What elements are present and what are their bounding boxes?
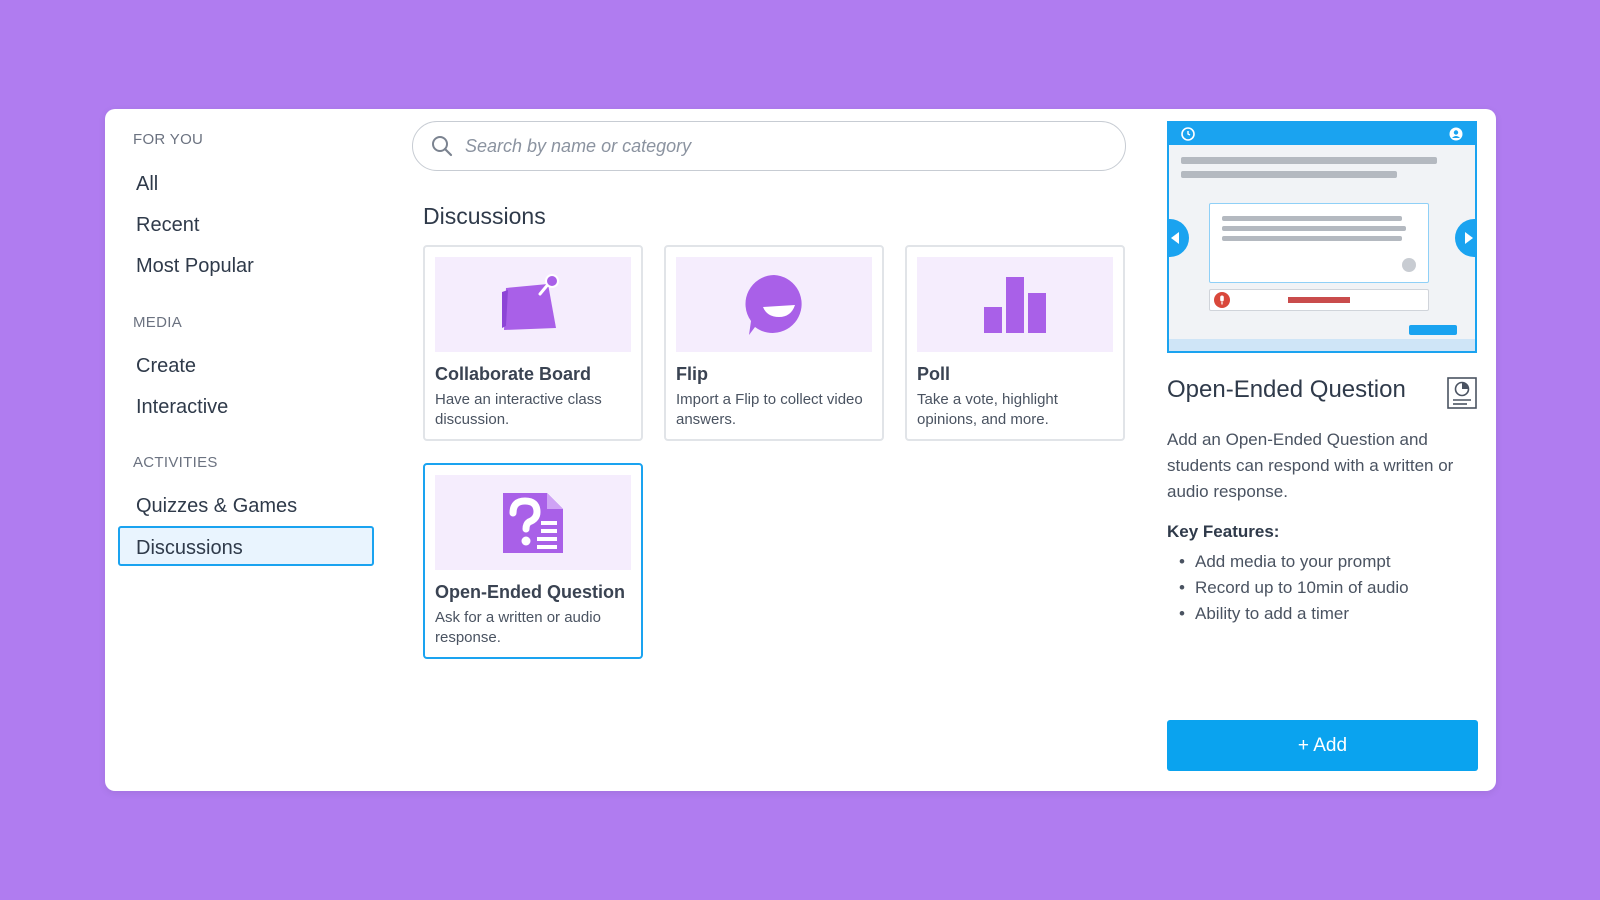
feature-item: Record up to 10min of audio [1167,575,1409,601]
preview-footer [1169,339,1475,351]
sidebar-item-discussions[interactable]: Discussions [118,526,374,566]
section-title-for-you: FOR YOU [133,131,204,148]
feature-item: Add media to your prompt [1167,549,1409,575]
sticky-note-pin-icon [502,273,559,330]
activity-preview [1167,121,1477,353]
card-description: Ask for a written or audio response. [435,609,601,646]
card-thumbnail [435,257,631,352]
sidebar-item-create[interactable]: Create [118,344,374,384]
sidebar-item-most-popular[interactable]: Most Popular [118,244,374,284]
search-input[interactable] [463,134,1087,158]
page-title: Discussions [423,203,546,229]
document-preview-icon[interactable] [1447,377,1477,409]
search-bar[interactable] [412,121,1126,171]
user-icon [1449,127,1463,141]
sidebar-item-all[interactable]: All [118,162,374,202]
card-flip[interactable]: Flip Import a Flip to collect video answ… [664,245,884,441]
preview-next-arrow [1455,219,1475,257]
question-document-icon [503,492,563,553]
sidebar-item-recent[interactable]: Recent [118,203,374,243]
add-button[interactable]: + Add [1167,720,1478,771]
card-description: Have an interactive class discussion. [435,391,602,428]
search-icon [432,136,453,157]
details-description: Add an Open-Ended Question and students … [1167,430,1454,501]
card-title: Collaborate Board [435,364,592,384]
microphone-icon [1214,292,1230,308]
card-thumbnail [435,475,631,570]
section-title-media: MEDIA [133,314,183,331]
card-description: Import a Flip to collect video answers. [676,391,863,428]
sidebar-item-interactive[interactable]: Interactive [118,385,374,425]
preview-header-bar [1169,123,1475,145]
card-title: Open-Ended Question [435,582,626,602]
sidebar: FOR YOU All Recent Most Popular MEDIA Cr… [105,109,375,791]
card-collaborate-board[interactable]: Collaborate Board Have an interactive cl… [423,245,643,441]
preview-audio-recorder [1209,289,1429,311]
card-thumbnail [676,257,872,352]
preview-prev-arrow [1169,219,1189,257]
clock-icon [1181,127,1195,141]
flip-face-icon [745,274,802,335]
card-title: Flip [676,364,708,384]
card-poll[interactable]: Poll Take a vote, highlight opinions, an… [905,245,1125,441]
key-features-label: Key Features: [1167,522,1280,541]
preview-submit-button [1409,325,1457,335]
key-features-list: Add media to your prompt Record up to 10… [1167,549,1409,627]
feature-item: Ability to add a timer [1167,601,1409,627]
details-title: Open-Ended Question [1167,376,1406,403]
card-thumbnail [917,257,1113,352]
card-open-ended-question[interactable]: Open-Ended Question Ask for a written or… [423,463,643,659]
activity-picker-modal: FOR YOU All Recent Most Popular MEDIA Cr… [105,109,1496,791]
card-description: Take a vote, highlight opinions, and mor… [917,391,1058,428]
chevron-right-icon [1465,232,1473,244]
chevron-left-icon [1171,232,1179,244]
section-title-activities: ACTIVITIES [133,454,218,471]
sidebar-item-quizzes-games[interactable]: Quizzes & Games [118,484,374,524]
preview-response-box [1209,203,1429,283]
card-title: Poll [917,364,951,384]
bar-chart-icon [984,276,1046,333]
